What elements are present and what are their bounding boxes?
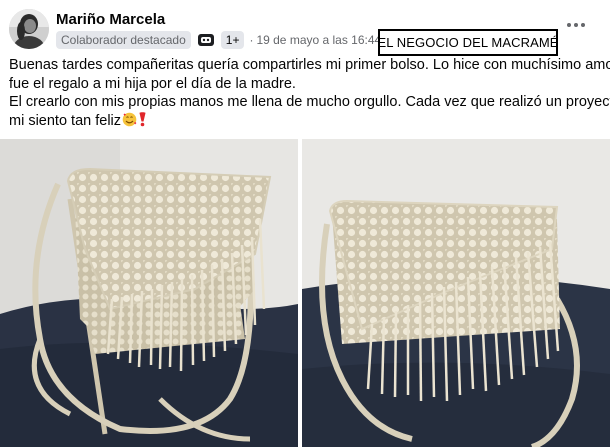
post-text-line-2: fue el regalo a mi hija por el día de la…	[9, 75, 296, 92]
post-photo-2[interactable]	[302, 139, 610, 447]
profile-photo-icon	[9, 9, 49, 49]
post-meta: Colaborador destacado 1+ · 19 de mayo a …	[56, 31, 413, 49]
red-exclamation-icon	[138, 111, 147, 133]
macrame-bag-photo-2	[302, 139, 610, 447]
post-text-line-4: mi siento tan feliz	[9, 111, 601, 133]
smiling-face-with-hearts-icon	[122, 112, 137, 133]
meta-separator: ·	[249, 33, 254, 47]
more-options-icon[interactable]	[564, 18, 588, 32]
author-name[interactable]: Mariño Marcela	[56, 11, 165, 28]
post-timestamp[interactable]: 19 de mayo a las 16:44	[256, 33, 381, 47]
facebook-post: Mariño Marcela Colaborador destacado 1+ …	[0, 0, 610, 447]
chat-badge-icon[interactable]	[196, 32, 216, 48]
post-text-line-3: El crearlo con mis propias manos me llen…	[9, 94, 610, 110]
macrame-bag-photo-1	[0, 139, 298, 447]
group-name-box: EL NEGOCIO DEL MACRAMÉ	[377, 29, 558, 56]
badge-count[interactable]: 1+	[220, 31, 245, 49]
post-text: Buenas tardes compañeritas quería compar…	[9, 56, 610, 133]
post-text-line-4-text: mi siento tan feliz	[9, 112, 122, 129]
post-photo-1[interactable]	[0, 139, 298, 447]
post-text-line-1: Buenas tardes compañeritas quería compar…	[9, 57, 610, 73]
author-avatar[interactable]	[9, 9, 49, 49]
top-contributor-badge[interactable]: Colaborador destacado	[56, 31, 191, 49]
